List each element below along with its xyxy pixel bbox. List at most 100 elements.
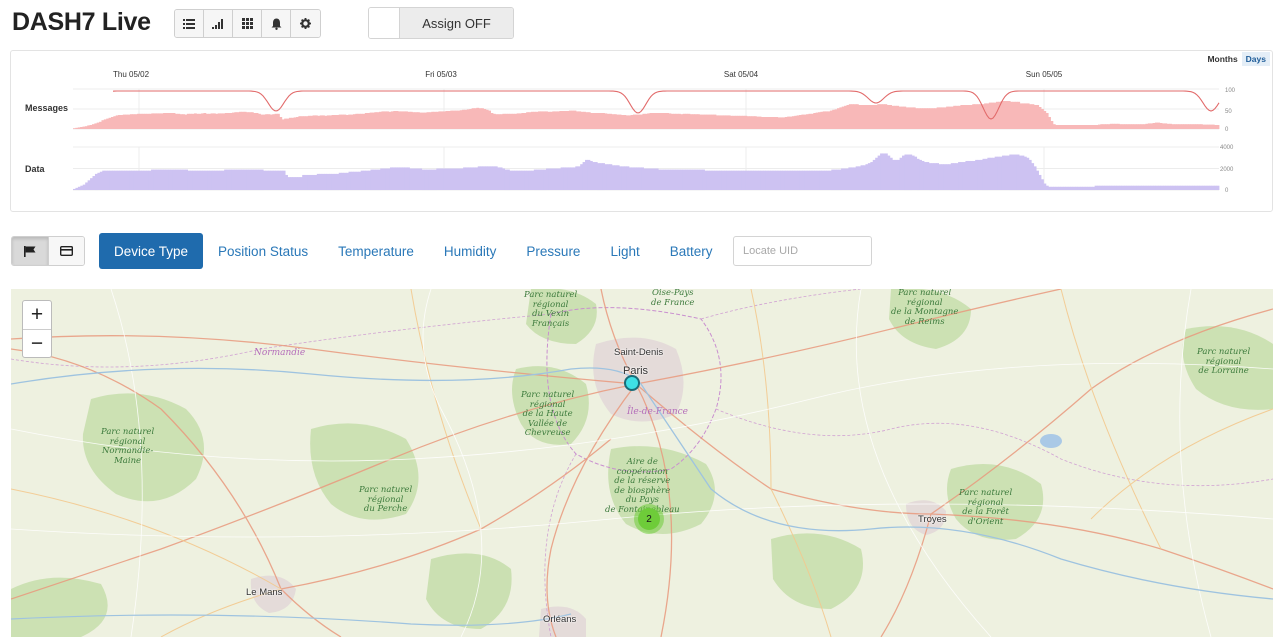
tab-light[interactable]: Light (595, 233, 654, 269)
device-marker[interactable] (624, 375, 640, 391)
messages-bar (502, 113, 506, 129)
messages-bar (810, 113, 814, 129)
tab-humidity[interactable]: Humidity (429, 233, 512, 269)
messages-bar (165, 113, 169, 129)
map-view-button[interactable] (12, 237, 48, 265)
locate-uid-input[interactable] (733, 236, 872, 266)
signal-icon (212, 18, 223, 29)
messages-bar (255, 113, 259, 129)
messages-bar (1029, 104, 1032, 129)
data-bar (519, 170, 523, 190)
data-bar (112, 170, 115, 190)
messages-bar (250, 112, 254, 129)
data-bar (580, 164, 584, 190)
zoom-out-button[interactable]: − (23, 329, 51, 357)
signal-view-button[interactable] (204, 10, 233, 37)
data-bar (202, 170, 206, 190)
messages-bar (352, 114, 356, 129)
messages-bar (336, 115, 340, 129)
messages-bar (1031, 104, 1035, 129)
card-view-button[interactable] (48, 237, 84, 265)
data-bar (260, 169, 264, 191)
tab-battery[interactable]: Battery (655, 233, 728, 269)
messages-bar (972, 104, 976, 129)
data-bar (216, 170, 220, 190)
messages-bar (988, 102, 992, 129)
data-bar (87, 180, 91, 190)
messages-bar (1143, 124, 1146, 129)
messages-bar (99, 121, 102, 129)
data-bar (841, 168, 844, 190)
messages-bar (428, 112, 432, 129)
messages-bar (357, 113, 361, 129)
messages-bar (305, 116, 309, 129)
data-bar (421, 169, 425, 191)
data-bar (1131, 185, 1135, 190)
data-bar (543, 169, 547, 191)
messages-bar (108, 117, 112, 129)
data-bar (1150, 185, 1154, 190)
zoom-in-button[interactable]: + (23, 301, 51, 329)
device-cluster[interactable]: 2 (634, 504, 664, 534)
notifications-button[interactable] (262, 10, 291, 37)
assign-toggle[interactable]: Assign OFF (368, 7, 514, 39)
messages-bar (485, 109, 489, 129)
list-view-button[interactable] (175, 10, 204, 37)
messages-bar (447, 111, 451, 129)
data-bar (575, 166, 579, 190)
data-bar (251, 169, 254, 191)
messages-bar (687, 113, 691, 129)
traffic-chart: Thu 05/02 Fri 05/03 Sat 05/04 Sun 05/05 … (25, 70, 1236, 194)
tab-position-status[interactable]: Position Status (203, 233, 323, 269)
data-bar (141, 170, 145, 190)
data-bar (94, 173, 98, 191)
messages-bar (296, 117, 299, 129)
settings-button[interactable] (291, 10, 320, 37)
data-bar (936, 163, 939, 191)
messages-bar (967, 105, 971, 129)
messages-bar (1173, 124, 1177, 129)
data-bar (702, 169, 705, 191)
data-bar (302, 174, 306, 190)
data-bar (724, 170, 727, 190)
data-bar (970, 160, 974, 190)
data-bar (892, 159, 896, 190)
messages-bar (912, 107, 916, 129)
y-tick-label: 2000 (1220, 167, 1234, 173)
data-bar (372, 169, 376, 191)
grid-view-button[interactable] (233, 10, 262, 37)
messages-bar (751, 116, 755, 129)
data-bar (926, 162, 930, 190)
messages-bar (587, 112, 591, 129)
data-bar (360, 170, 364, 190)
data-bar (1087, 186, 1091, 191)
data-bar (192, 170, 196, 190)
data-bar (755, 170, 759, 190)
messages-bar (300, 116, 304, 129)
tab-temperature[interactable]: Temperature (323, 233, 429, 269)
data-bar (1070, 186, 1074, 191)
messages-bar (153, 113, 157, 129)
data-bar (865, 164, 869, 190)
messages-bar (927, 108, 930, 129)
messages-bar (1045, 113, 1049, 129)
device-map[interactable]: Parc naturel régional du Vexin Français … (11, 289, 1273, 637)
messages-bar (597, 113, 601, 129)
messages-bar (224, 113, 228, 129)
messages-bar (172, 113, 176, 129)
messages-bar (661, 113, 665, 129)
data-bar (875, 157, 879, 190)
data-bar (497, 167, 501, 190)
messages-bar (450, 110, 454, 129)
messages-bar (1116, 123, 1120, 129)
data-bar (897, 159, 900, 190)
messages-bar (929, 108, 933, 129)
tab-pressure[interactable]: Pressure (511, 233, 595, 269)
data-bar (687, 169, 691, 191)
data-bar (853, 167, 857, 190)
tab-device-type[interactable]: Device Type (99, 233, 204, 269)
messages-bar (481, 108, 484, 129)
messages-bar (1131, 124, 1134, 129)
data-bar (265, 170, 269, 190)
messages-bar (516, 113, 520, 129)
